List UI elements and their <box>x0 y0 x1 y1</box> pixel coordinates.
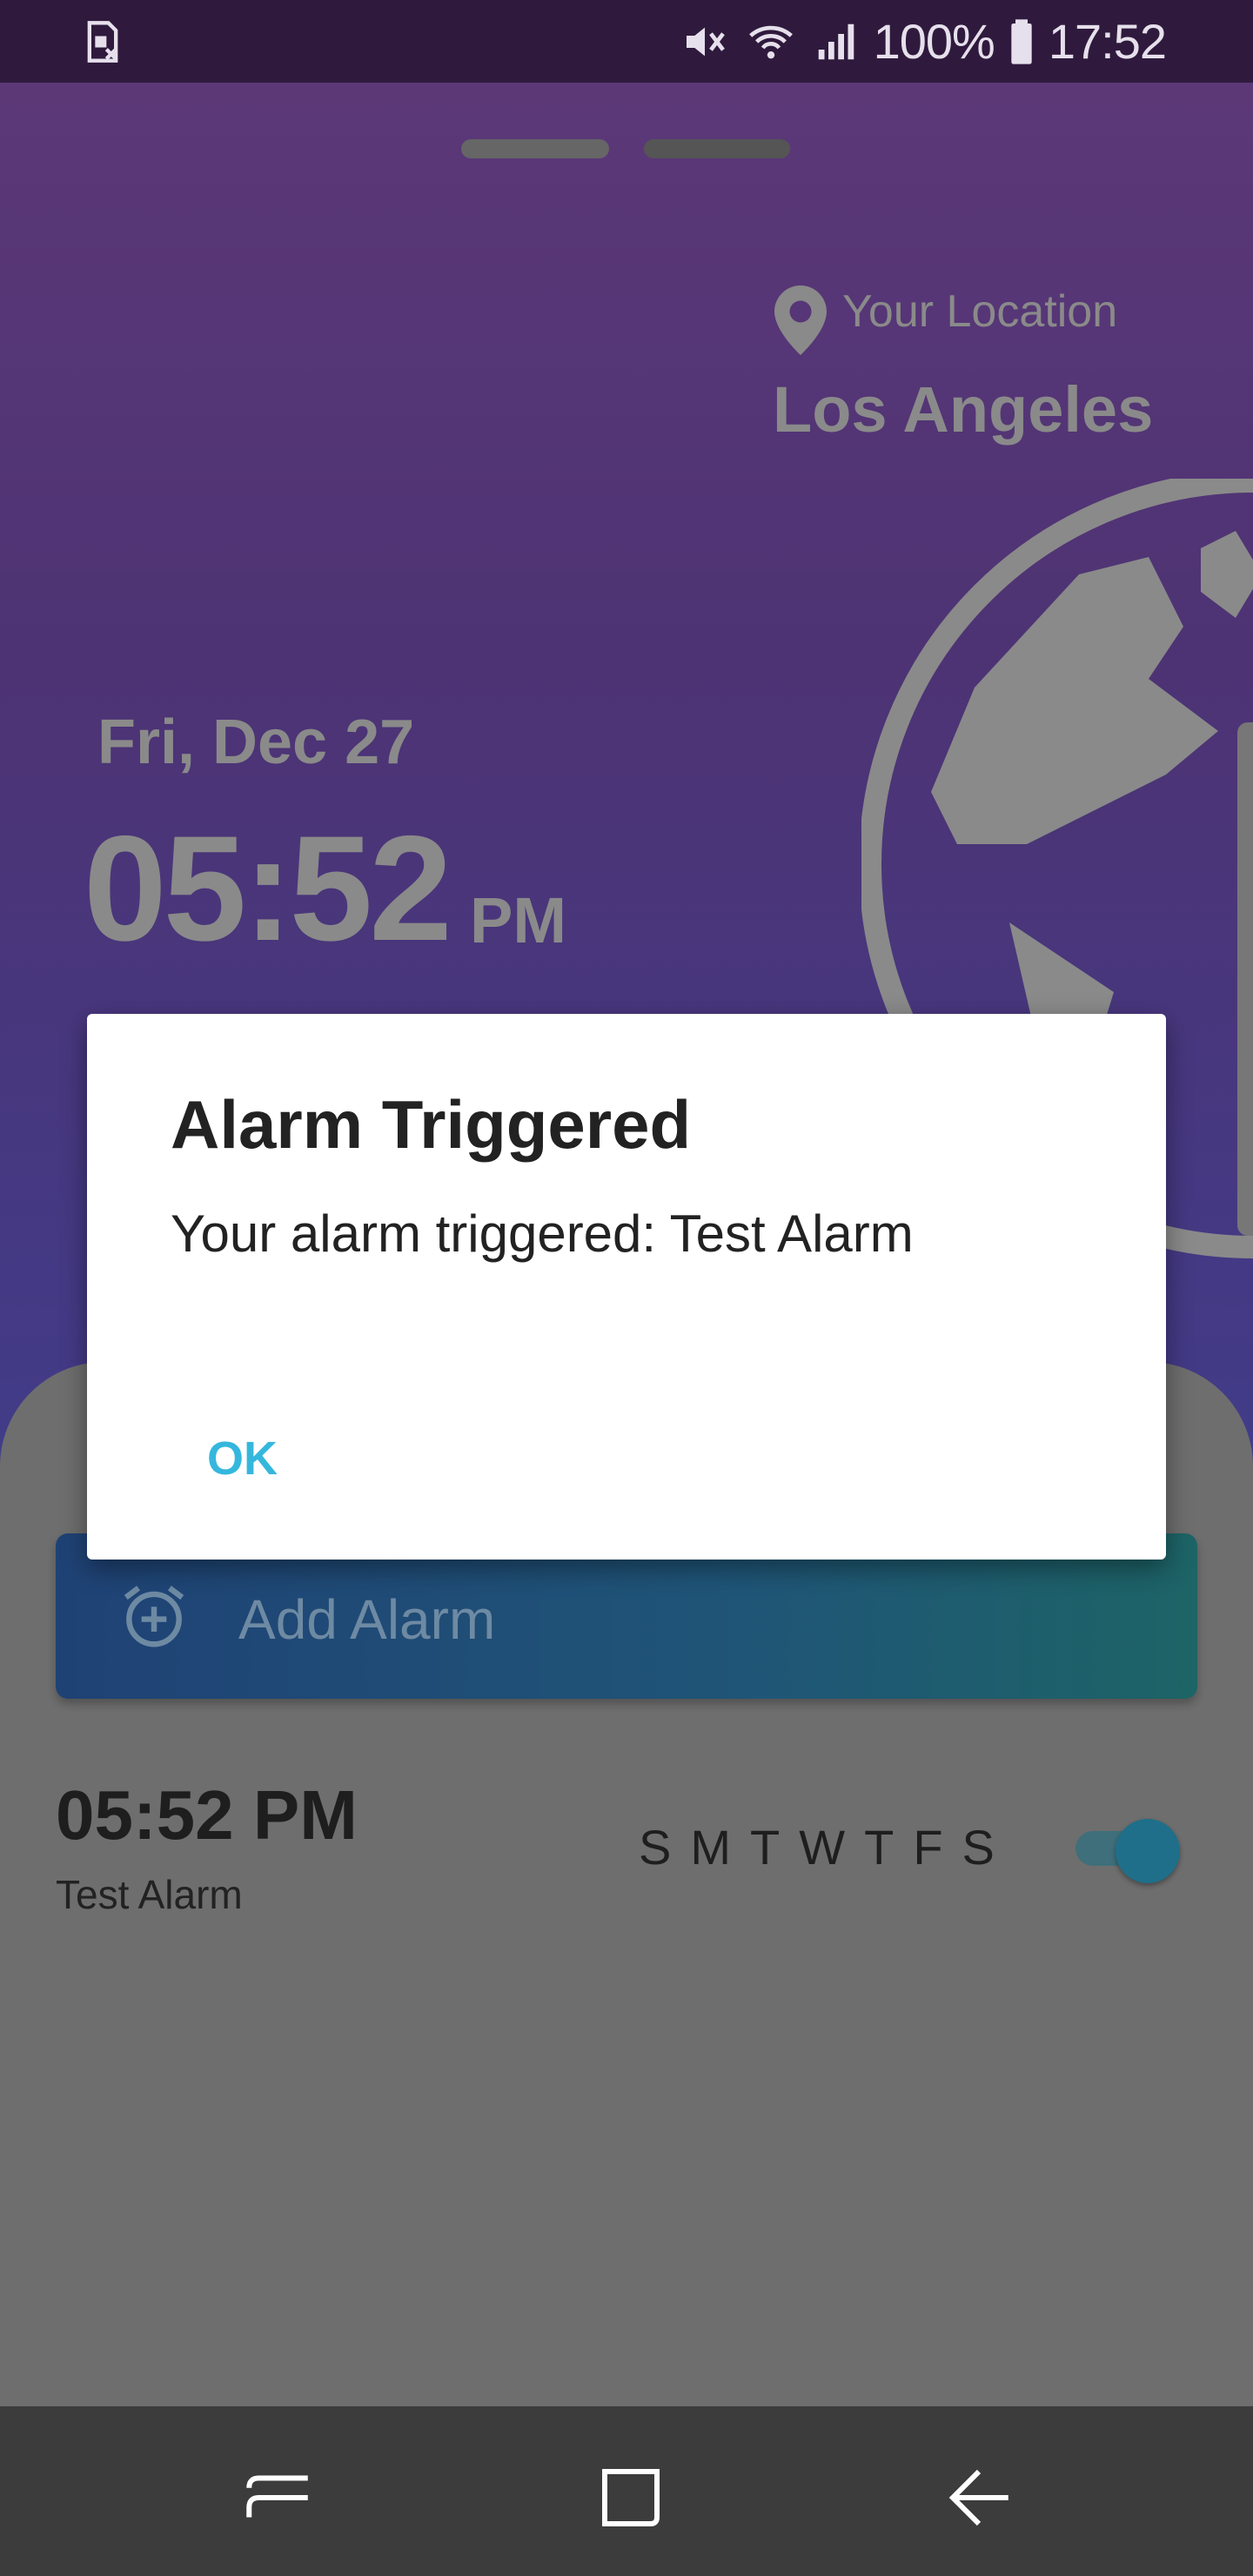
mute-icon <box>686 27 725 56</box>
clock-date: Fri, Dec 27 <box>97 708 415 777</box>
navigation-bar <box>0 2406 1253 2576</box>
location-pin-icon <box>774 285 827 355</box>
dialog-message: Your alarm triggered: Test Alarm <box>171 1204 914 1263</box>
dialog-title: Alarm Triggered <box>171 1086 692 1163</box>
status-bar: 100% 17:52 <box>0 0 1253 83</box>
page-indicator-2[interactable] <box>644 139 790 158</box>
signal-icon <box>818 23 854 59</box>
day-friday[interactable]: F <box>913 1819 942 1875</box>
clock-ampm: PM <box>470 884 566 956</box>
back-icon[interactable] <box>940 2459 1018 2537</box>
location-label: Your Location <box>842 286 1118 337</box>
side-panel-handle[interactable] <box>1237 722 1253 1236</box>
alarm-time[interactable]: 05:52 PM <box>56 1775 358 1855</box>
day-tuesday[interactable]: T <box>750 1819 780 1875</box>
alarm-dialog: Alarm Triggered Your alarm triggered: Te… <box>87 1014 1166 1560</box>
ok-button[interactable]: OK <box>190 1423 295 1494</box>
home-icon[interactable] <box>592 2459 670 2537</box>
day-wednesday[interactable]: W <box>799 1819 845 1875</box>
day-saturday[interactable]: S <box>962 1819 995 1875</box>
screen: 100% 17:52 Your Location Los Angeles Fri… <box>0 0 1253 2576</box>
wifi-icon <box>748 25 793 58</box>
status-time: 17:52 <box>1048 14 1167 69</box>
add-alarm-icon <box>124 1586 184 1647</box>
day-sunday[interactable]: S <box>639 1819 671 1875</box>
day-thursday[interactable]: T <box>864 1819 894 1875</box>
clock-time: 05:52 <box>84 805 452 972</box>
alarm-days: S M T W T F S <box>639 1819 995 1875</box>
battery-percent: 100% <box>873 14 995 69</box>
day-monday[interactable]: M <box>690 1819 731 1875</box>
toggle-thumb <box>1116 1819 1180 1883</box>
page-indicator-1[interactable] <box>461 139 609 158</box>
add-alarm-label: Add Alarm <box>238 1588 496 1651</box>
sim-card-icon <box>87 21 118 63</box>
alarm-name: Test Alarm <box>56 1872 243 1917</box>
status-icons: 100% 17:52 <box>680 0 1167 83</box>
alarm-toggle[interactable] <box>1075 1819 1180 1883</box>
location-city: Los Angeles <box>773 373 1154 446</box>
recent-apps-icon[interactable] <box>239 2459 318 2537</box>
battery-icon <box>1011 18 1032 64</box>
